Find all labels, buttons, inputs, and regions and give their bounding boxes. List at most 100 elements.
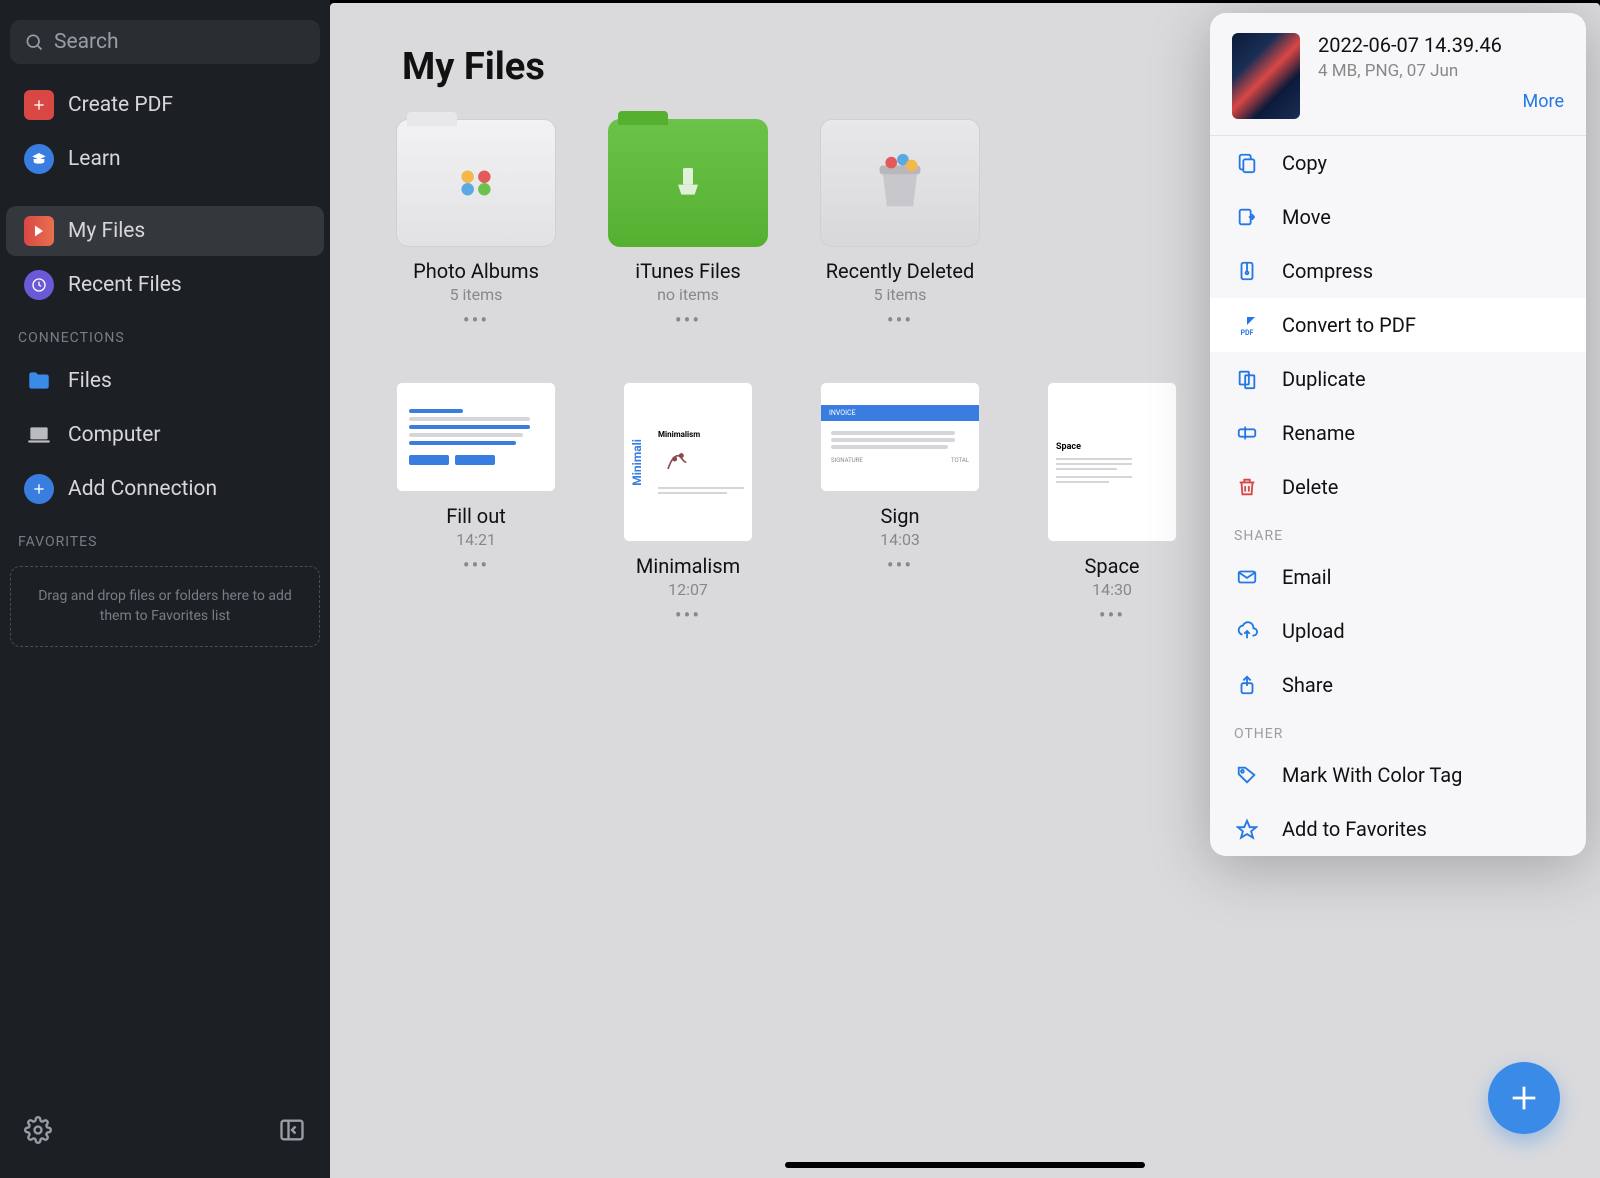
connections-header: CONNECTIONS: [0, 312, 330, 354]
sidebar-item-my-files[interactable]: My Files: [6, 206, 324, 256]
document-thumbnail: Space: [1047, 382, 1177, 542]
main-area: My Files Photo Albums 5 items ••• iTunes…: [330, 3, 1600, 1178]
add-connection-button[interactable]: Add Connection: [6, 464, 324, 514]
trash-icon: [820, 119, 980, 247]
file-item-recently-deleted[interactable]: Recently Deleted 5 items •••: [794, 109, 1006, 342]
document-thumbnail: INVOICE SIGNATURETOTAL: [820, 382, 980, 492]
file-sub: 14:21: [456, 530, 496, 549]
context-thumbnail: [1232, 33, 1300, 119]
gear-icon: [24, 1116, 52, 1144]
file-sub: 14:03: [880, 530, 920, 549]
ctx-email[interactable]: Email: [1210, 550, 1586, 604]
computer-label: Computer: [68, 423, 161, 447]
share-icon: [1234, 672, 1260, 698]
file-more-button[interactable]: •••: [463, 553, 489, 577]
favorites-drop-zone[interactable]: Drag and drop files or folders here to a…: [10, 566, 320, 647]
collapse-icon: [278, 1116, 306, 1144]
search-input[interactable]: [54, 30, 322, 54]
file-name: Recently Deleted: [826, 259, 975, 283]
files-connection-label: Files: [68, 369, 112, 393]
file-item-minimalism[interactable]: Minimali Minimalism Minimalism 12:07 •••: [582, 372, 794, 637]
ctx-duplicate[interactable]: Duplicate: [1210, 352, 1586, 406]
file-more-button[interactable]: •••: [675, 603, 701, 627]
create-pdf-label: Create PDF: [68, 93, 173, 117]
file-name: Photo Albums: [413, 259, 539, 283]
ctx-rename[interactable]: Rename: [1210, 406, 1586, 460]
folder-icon: [608, 119, 768, 247]
file-sub: 5 items: [450, 285, 503, 304]
move-icon: [1234, 204, 1260, 230]
compress-icon: [1234, 258, 1260, 284]
settings-button[interactable]: [24, 1116, 52, 1148]
document-thumbnail: Minimali Minimalism: [623, 382, 753, 542]
ctx-convert-pdf[interactable]: PDF Convert to PDF: [1210, 298, 1586, 352]
learn-button[interactable]: Learn: [6, 134, 324, 184]
context-more-link[interactable]: More: [1523, 91, 1564, 112]
file-item-fill-out[interactable]: Fill out 14:21 •••: [370, 372, 582, 637]
home-indicator: [785, 1162, 1145, 1168]
recent-files-label: Recent Files: [68, 273, 182, 297]
ctx-copy[interactable]: Copy: [1210, 136, 1586, 190]
context-title: 2022-06-07 14.39.46: [1318, 33, 1502, 57]
file-more-button[interactable]: •••: [675, 308, 701, 332]
file-sub: 12:07: [668, 580, 708, 599]
upload-icon: [1234, 618, 1260, 644]
pdf-icon: PDF: [1234, 312, 1260, 338]
file-name: Fill out: [446, 504, 506, 528]
rename-icon: [1234, 420, 1260, 446]
file-sub: 5 items: [874, 285, 927, 304]
sidebar: Create PDF Learn My Files Recent Files C…: [0, 0, 330, 1178]
ctx-compress[interactable]: Compress: [1210, 244, 1586, 298]
file-item-sign[interactable]: INVOICE SIGNATURETOTAL Sign 14:03 •••: [794, 372, 1006, 637]
graduation-cap-icon: [24, 144, 54, 174]
create-pdf-button[interactable]: Create PDF: [6, 80, 324, 130]
ctx-add-favorites[interactable]: Add to Favorites: [1210, 802, 1586, 856]
file-name: Sign: [880, 504, 919, 528]
file-name: Minimalism: [636, 554, 740, 578]
folder-icon: [24, 366, 54, 396]
context-meta: 4 MB, PNG, 07 Jun: [1318, 61, 1502, 81]
copy-icon: [1234, 150, 1260, 176]
ctx-delete[interactable]: Delete: [1210, 460, 1586, 514]
laptop-icon: [24, 420, 54, 450]
plus-circle-icon: [24, 474, 54, 504]
ctx-other-header: OTHER: [1210, 712, 1586, 748]
favorites-header: FAVORITES: [0, 516, 330, 558]
trash-icon: [1234, 474, 1260, 500]
files-icon: [24, 216, 54, 246]
search-box[interactable]: [10, 20, 320, 64]
file-sub: 14:30: [1092, 580, 1132, 599]
file-item-space[interactable]: Space Space 14:30 •••: [1006, 372, 1218, 637]
sidebar-item-computer[interactable]: Computer: [6, 410, 324, 460]
sidebar-item-recent-files[interactable]: Recent Files: [6, 260, 324, 310]
plus-icon: [1507, 1081, 1541, 1115]
star-icon: [1234, 816, 1260, 842]
collapse-sidebar-button[interactable]: [278, 1116, 306, 1148]
file-name: iTunes Files: [635, 259, 741, 283]
document-thumbnail: [396, 382, 556, 492]
ctx-share-header: SHARE: [1210, 514, 1586, 550]
file-more-button[interactable]: •••: [1099, 603, 1125, 627]
search-icon: [24, 32, 44, 52]
ctx-color-tag[interactable]: Mark With Color Tag: [1210, 748, 1586, 802]
file-sub: no items: [657, 285, 719, 304]
learn-label: Learn: [68, 147, 121, 171]
sidebar-item-files-connection[interactable]: Files: [6, 356, 324, 406]
email-icon: [1234, 564, 1260, 590]
file-more-button[interactable]: •••: [463, 308, 489, 332]
tag-icon: [1234, 762, 1260, 788]
svg-text:PDF: PDF: [1241, 329, 1254, 337]
ctx-upload[interactable]: Upload: [1210, 604, 1586, 658]
add-fab[interactable]: [1488, 1062, 1560, 1134]
ctx-share[interactable]: Share: [1210, 658, 1586, 712]
context-header: 2022-06-07 14.39.46 4 MB, PNG, 07 Jun Mo…: [1210, 13, 1586, 136]
ctx-move[interactable]: Move: [1210, 190, 1586, 244]
clock-icon: [24, 270, 54, 300]
file-item-itunes-files[interactable]: iTunes Files no items •••: [582, 109, 794, 342]
plus-icon: [24, 90, 54, 120]
file-item-photo-albums[interactable]: Photo Albums 5 items •••: [370, 109, 582, 342]
duplicate-icon: [1234, 366, 1260, 392]
my-files-label: My Files: [68, 219, 145, 243]
file-more-button[interactable]: •••: [887, 308, 913, 332]
file-more-button[interactable]: •••: [887, 553, 913, 577]
